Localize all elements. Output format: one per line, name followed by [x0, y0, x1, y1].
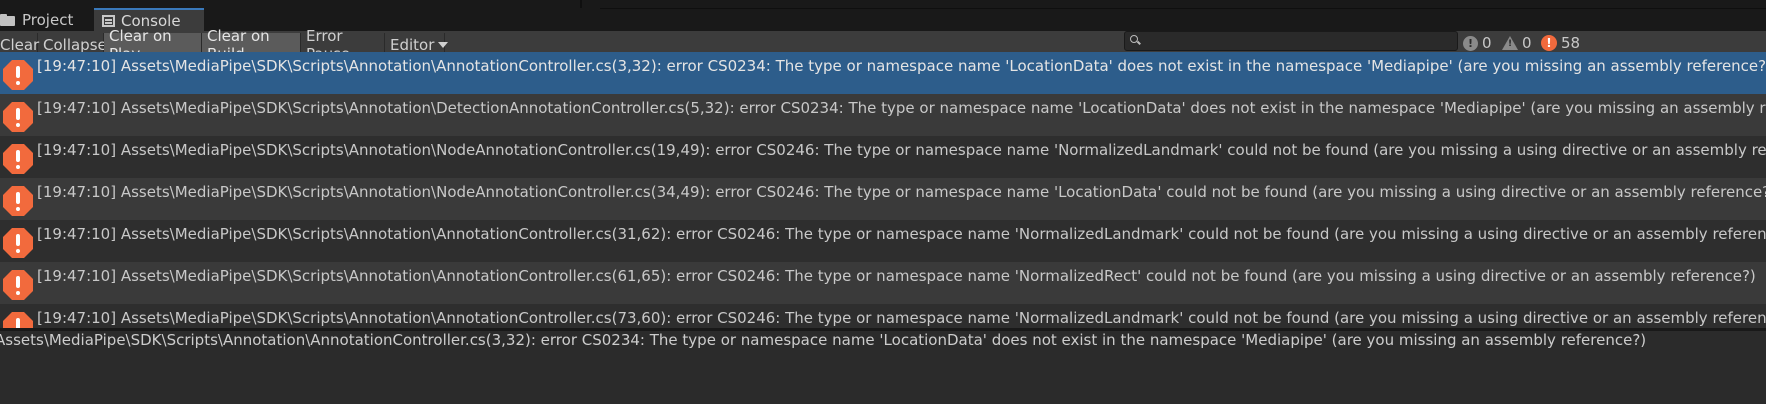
error-icon — [3, 270, 33, 300]
folder-icon — [0, 13, 16, 26]
log-message: [19:47:10] Assets\MediaPipe\SDK\Scripts\… — [37, 267, 1756, 285]
error-count-toggle[interactable]: ! 58 — [1541, 33, 1580, 53]
log-entry[interactable]: [19:47:10] Assets\MediaPipe\SDK\Scripts\… — [0, 220, 1766, 262]
console-log-list[interactable]: [19:47:10] Assets\MediaPipe\SDK\Scripts\… — [0, 52, 1766, 329]
editor-dropdown-label: Editor — [390, 35, 435, 54]
log-detail-pane: Assets\MediaPipe\SDK\Scripts\Annotation\… — [0, 331, 1766, 404]
log-entry[interactable]: [19:47:10] Assets\MediaPipe\SDK\Scripts\… — [0, 262, 1766, 304]
warning-count-toggle[interactable]: ! 0 — [1502, 33, 1532, 53]
log-entry[interactable]: [19:47:10] Assets\MediaPipe\SDK\Scripts\… — [0, 94, 1766, 136]
search-input[interactable] — [1124, 31, 1458, 51]
console-icon — [102, 14, 115, 27]
warning-count: 0 — [1522, 34, 1532, 52]
info-icon: ! — [1463, 35, 1478, 51]
log-entry[interactable]: [19:47:10] Assets\MediaPipe\SDK\Scripts\… — [0, 178, 1766, 220]
tab-project[interactable]: Project — [0, 8, 94, 31]
error-icon — [3, 312, 33, 329]
log-message: [19:47:10] Assets\MediaPipe\SDK\Scripts\… — [37, 99, 1766, 117]
log-detail-text: Assets\MediaPipe\SDK\Scripts\Annotation\… — [0, 331, 1647, 349]
search-icon — [1130, 35, 1138, 43]
info-count-toggle[interactable]: ! 0 — [1463, 33, 1492, 53]
log-message: [19:47:10] Assets\MediaPipe\SDK\Scripts\… — [37, 225, 1766, 243]
error-icon — [3, 144, 33, 174]
error-icon — [3, 228, 33, 258]
error-icon: ! — [1541, 35, 1557, 51]
log-message: [19:47:10] Assets\MediaPipe\SDK\Scripts\… — [37, 183, 1766, 201]
log-message: [19:47:10] Assets\MediaPipe\SDK\Scripts\… — [37, 309, 1766, 327]
log-message: [19:47:10] Assets\MediaPipe\SDK\Scripts\… — [37, 141, 1766, 159]
panel-divider — [580, 0, 582, 8]
error-count: 58 — [1561, 34, 1581, 52]
error-icon — [3, 102, 33, 132]
error-icon — [3, 60, 33, 90]
log-entry[interactable]: [19:47:10] Assets\MediaPipe\SDK\Scripts\… — [0, 136, 1766, 178]
chevron-down-icon — [438, 41, 449, 48]
tab-label: Project — [22, 10, 74, 29]
panel-divider — [600, 8, 1766, 9]
info-count: 0 — [1482, 34, 1492, 52]
warning-icon: ! — [1502, 36, 1518, 50]
log-message: [19:47:10] Assets\MediaPipe\SDK\Scripts\… — [37, 57, 1766, 75]
log-entry[interactable]: [19:47:10] Assets\MediaPipe\SDK\Scripts\… — [0, 52, 1766, 94]
error-icon — [3, 186, 33, 216]
log-entry[interactable]: [19:47:10] Assets\MediaPipe\SDK\Scripts\… — [0, 304, 1766, 329]
